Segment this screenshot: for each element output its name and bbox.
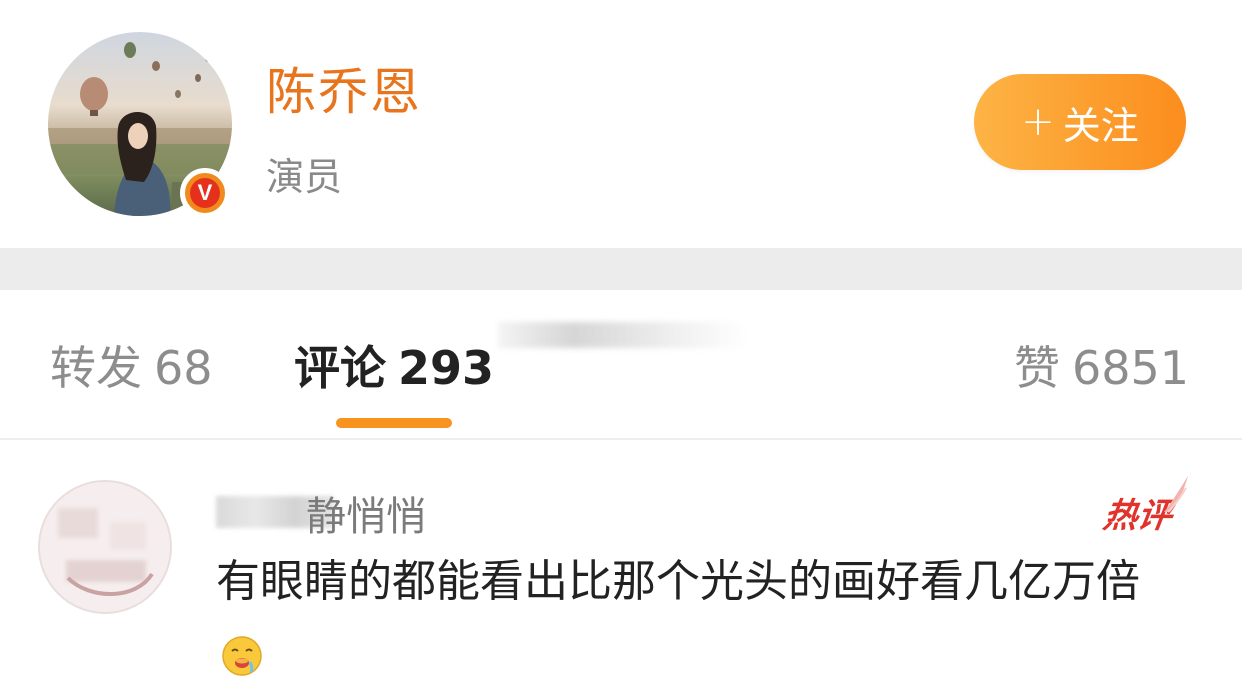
tab-repost[interactable]: 转发 68 [50, 332, 213, 398]
section-divider [0, 248, 1242, 290]
comment-text: 有眼睛的都能看出比那个光头的画好看几亿万倍 [216, 544, 1176, 696]
verified-badge-icon: V [180, 168, 230, 218]
tab-likes-label: 赞 [1014, 341, 1060, 395]
follow-label: 关注 [1062, 103, 1139, 148]
drooling-face-emoji-icon [222, 636, 262, 676]
tab-repost-label: 转发 [50, 341, 142, 395]
verified-v-label: V [190, 178, 220, 208]
active-tab-indicator [336, 418, 452, 428]
plus-icon: + [1021, 99, 1055, 145]
commenter-avatar[interactable] [38, 480, 172, 614]
profile-header: V 陈乔恩 演员 + 关注 [0, 0, 1242, 248]
tab-comments[interactable]: 评论 293 [294, 332, 494, 398]
tab-comments-count: 293 [398, 341, 495, 395]
follow-button[interactable]: + 关注 [974, 74, 1186, 170]
comment-item: 静悄悄 热评 有眼睛的都能看出比那个光头的画好看几亿万倍 [0, 440, 1242, 676]
tab-comments-label: 评论 [294, 341, 386, 395]
user-name[interactable]: 陈乔恩 [266, 52, 422, 124]
user-title: 演员 [266, 155, 343, 199]
hot-badge-wing-icon [1164, 476, 1188, 513]
tab-likes-count: 6851 [1072, 341, 1190, 395]
blurred-overlay [498, 322, 748, 348]
avatar-smile-icon [66, 572, 154, 596]
interaction-tabs: 转发 68 评论 293 赞 6851 [0, 290, 1242, 440]
commenter-name: 静悄悄 [306, 494, 426, 540]
tab-likes[interactable]: 赞 6851 [1014, 332, 1189, 398]
tab-repost-count: 68 [154, 341, 213, 395]
comment-body: 有眼睛的都能看出比那个光头的画好看几亿万倍 [216, 556, 1140, 607]
